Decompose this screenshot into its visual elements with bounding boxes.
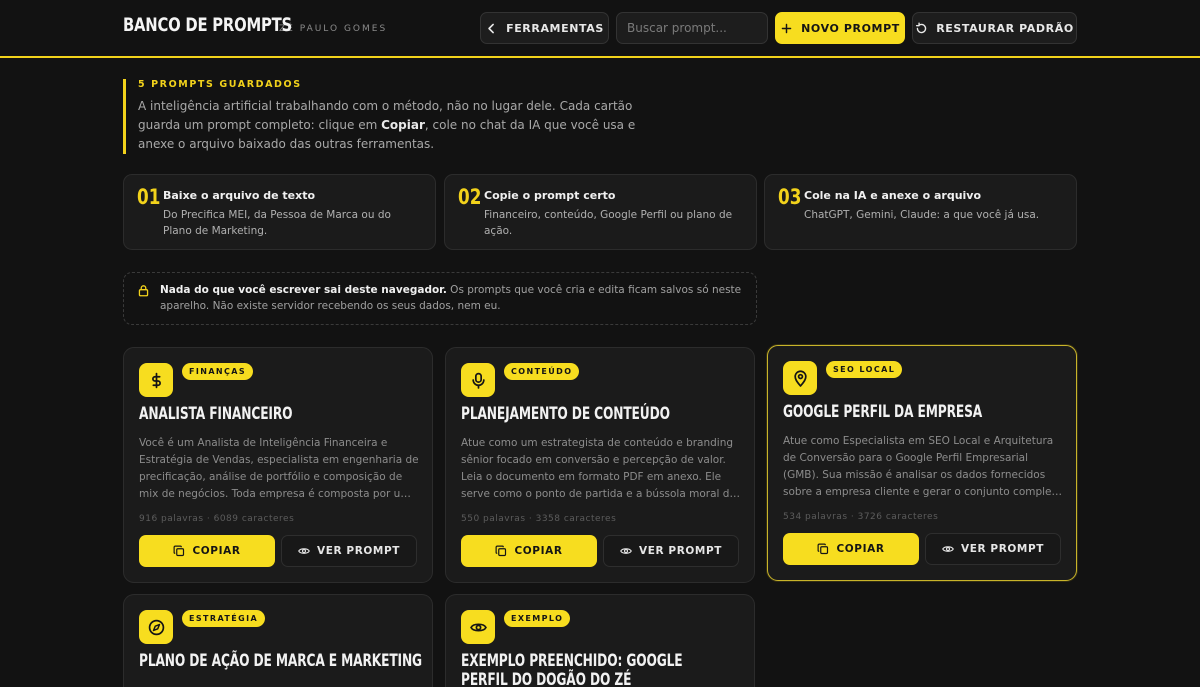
intro-section: 5 PROMPTS GUARDADOS A inteligência artif…	[123, 79, 663, 154]
card-title: PLANO DE AÇÃO DE MARCA E MARKETING	[139, 651, 422, 671]
step-description: ChatGPT, Gemini, Claude: a que você já u…	[804, 209, 1040, 221]
prompt-card: FINANÇAS ANALISTA FINANCEIRO Você é um A…	[123, 347, 433, 583]
plus-icon	[781, 23, 792, 33]
copy-icon	[173, 545, 185, 557]
card-title: EXEMPLO PREENCHIDO: GOOGLE PERFIL DO DOG…	[461, 651, 683, 687]
privacy-text: Nada do que você escrever sai deste nave…	[160, 282, 742, 324]
step-card: 03 Cole na IA e anexe o arquivo ChatGPT,…	[764, 174, 1077, 250]
card-stats: 550 palavras · 3358 caracteres	[461, 514, 617, 524]
card-icon-box	[139, 610, 173, 644]
category-badge: EXEMPLO	[504, 610, 571, 627]
card-description: Atue como Especialista em SEO Local e Ar…	[783, 435, 1063, 498]
category-badge: CONTEÚDO	[504, 363, 580, 380]
category-badge: ESTRATÉGIA	[182, 610, 266, 627]
copy-button[interactable]: COPIAR	[783, 533, 919, 565]
copy-icon	[817, 543, 829, 555]
search-input[interactable]	[616, 12, 768, 44]
card-icon-box	[783, 361, 817, 395]
card-stats: 534 palavras · 3726 caracteres	[783, 512, 939, 522]
card-icon-box	[139, 363, 173, 397]
intro-text-bold: Copiar	[381, 118, 425, 132]
prompt-card: ESTRATÉGIA PLANO DE AÇÃO DE MARCA E MARK…	[123, 594, 433, 687]
card-icon-box	[461, 363, 495, 397]
privacy-bold: Nada do que você escrever sai deste nave…	[160, 284, 447, 296]
restore-label: RESTAURAR PADRÃO	[936, 21, 1074, 35]
prompt-count-label: 5 PROMPTS GUARDADOS	[138, 79, 302, 90]
restore-icon	[916, 22, 927, 33]
app-subtitle: ZÉ PAULO GOMES	[279, 24, 388, 34]
step-number: 03	[778, 185, 802, 209]
lock-icon	[138, 285, 149, 297]
eye-icon	[620, 548, 632, 554]
prompt-card: EXEMPLO EXEMPLO PREENCHIDO: GOOGLE PERFI…	[445, 594, 755, 687]
new-prompt-label: NOVO PROMPT	[801, 21, 900, 35]
eye-icon	[298, 548, 310, 554]
new-prompt-button[interactable]: NOVO PROMPT	[775, 12, 905, 44]
view-prompt-button[interactable]: VER PROMPT	[281, 535, 417, 567]
category-badge: FINANÇAS	[182, 363, 254, 380]
step-body: Cole na IA e anexe o arquivo ChatGPT, Ge…	[804, 186, 1039, 249]
copy-icon	[495, 545, 507, 557]
step-number: 02	[458, 185, 482, 209]
card-icon-box	[461, 610, 495, 644]
tools-label: FERRAMENTAS	[506, 21, 604, 35]
copy-label: COPIAR	[514, 545, 563, 557]
restore-default-button[interactable]: RESTAURAR PADRÃO	[912, 12, 1077, 44]
view-prompt-button[interactable]: VER PROMPT	[603, 535, 739, 567]
copy-button[interactable]: COPIAR	[461, 535, 597, 567]
step-title: Cole na IA e anexe o arquivo	[804, 189, 982, 202]
eye-icon	[942, 546, 954, 552]
eye-icon	[469, 622, 487, 632]
copy-label: COPIAR	[836, 543, 885, 555]
compass-icon	[148, 619, 164, 635]
view-prompt-button[interactable]: VER PROMPT	[925, 533, 1061, 565]
step-description: Financeiro, conteúdo, Google Perfil ou p…	[484, 209, 733, 237]
copy-button[interactable]: COPIAR	[139, 535, 275, 567]
step-description: Do Precifica MEI, da Pessoa de Marca ou …	[163, 209, 391, 237]
card-title: PLANEJAMENTO DE CONTEÚDO	[461, 404, 670, 424]
prompt-card: SEO LOCAL GOOGLE PERFIL DA EMPRESA Atue …	[767, 345, 1077, 581]
chevron-left-icon	[488, 23, 495, 33]
dollar-icon	[151, 372, 161, 388]
map-pin-icon	[793, 370, 807, 387]
tools-button[interactable]: FERRAMENTAS	[480, 12, 609, 44]
brand: BANCO DE PROMPTS ZÉ PAULO GOMES	[123, 14, 387, 36]
category-badge: SEO LOCAL	[826, 361, 903, 378]
step-number: 01	[137, 185, 161, 209]
microphone-icon	[471, 372, 485, 389]
card-description: Você é um Analista de Inteligência Finan…	[139, 437, 419, 500]
card-stats: 916 palavras · 6089 caracteres	[139, 514, 295, 524]
app-title: BANCO DE PROMPTS	[123, 14, 292, 36]
step-card: 01 Baixe o arquivo de texto Do Precifica…	[123, 174, 436, 250]
prompt-card: CONTEÚDO PLANEJAMENTO DE CONTEÚDO Atue c…	[445, 347, 755, 583]
step-title: Baixe o arquivo de texto	[163, 189, 316, 202]
step-body: Copie o prompt certo Financeiro, conteúd…	[484, 186, 744, 249]
privacy-notice: Nada do que você escrever sai deste nave…	[123, 272, 757, 325]
card-title: GOOGLE PERFIL DA EMPRESA	[783, 402, 983, 422]
card-title: ANALISTA FINANCEIRO	[139, 404, 293, 424]
view-label: VER PROMPT	[316, 545, 401, 557]
intro-text: A inteligência artificial trabalhando co…	[138, 97, 663, 154]
step-title: Copie o prompt certo	[484, 189, 616, 202]
copy-label: COPIAR	[192, 545, 241, 557]
step-body: Baixe o arquivo de texto Do Precifica ME…	[163, 186, 423, 249]
step-card: 02 Copie o prompt certo Financeiro, cont…	[444, 174, 757, 250]
view-label: VER PROMPT	[960, 543, 1045, 555]
top-bar: BANCO DE PROMPTS ZÉ PAULO GOMES FERRAMEN…	[0, 0, 1200, 58]
view-label: VER PROMPT	[638, 545, 723, 557]
card-description: Atue como um estrategista de conteúdo e …	[461, 437, 736, 500]
